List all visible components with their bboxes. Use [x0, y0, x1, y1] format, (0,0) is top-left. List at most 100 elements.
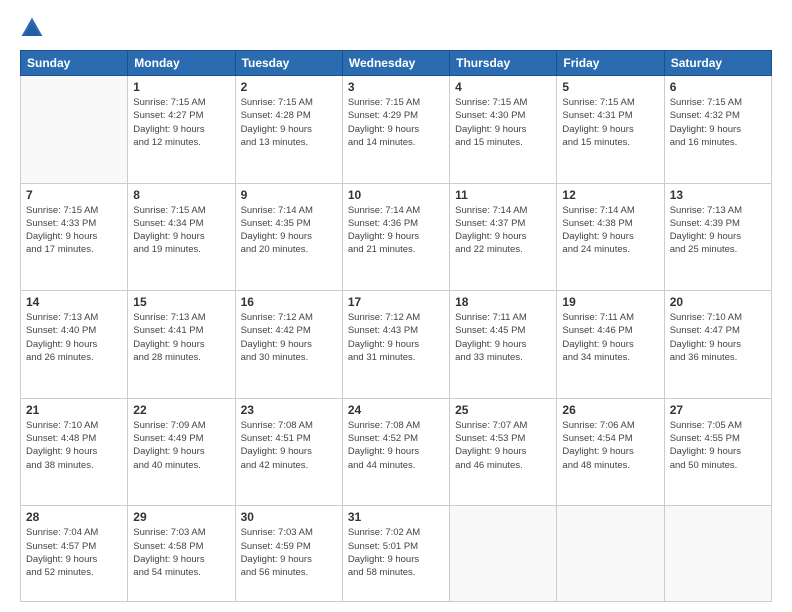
calendar-cell	[557, 506, 664, 602]
logo-icon	[20, 16, 44, 40]
calendar-cell: 13 Sunrise: 7:13 AM Sunset: 4:39 PM Dayli…	[664, 183, 771, 291]
week-row-0: 1 Sunrise: 7:15 AM Sunset: 4:27 PM Daylig…	[21, 76, 772, 184]
day-number: 24	[348, 403, 444, 417]
day-header-saturday: Saturday	[664, 51, 771, 76]
day-info: Sunrise: 7:12 AM Sunset: 4:43 PM Dayligh…	[348, 311, 444, 364]
calendar-cell: 7Sunrise: 7:15 AM Sunset: 4:33 PM Daylig…	[21, 183, 128, 291]
calendar-cell: 25 Sunrise: 7:07 AM Sunset: 4:53 PM Dayli…	[450, 398, 557, 506]
day-info: Sunrise: 7:13 AM Sunset: 4:40 PM Dayligh…	[26, 311, 122, 364]
day-number: 11	[455, 188, 551, 202]
calendar-cell: 4 Sunrise: 7:15 AM Sunset: 4:30 PM Daylig…	[450, 76, 557, 184]
calendar-cell: 29Sunrise: 7:03 AM Sunset: 4:58 PM Dayli…	[128, 506, 235, 602]
day-info: Sunrise: 7:11 AM Sunset: 4:45 PM Dayligh…	[455, 311, 551, 364]
day-info: Sunrise: 7:03 AM Sunset: 4:59 PM Dayligh…	[241, 526, 337, 579]
day-number: 5	[562, 80, 658, 94]
day-header-monday: Monday	[128, 51, 235, 76]
day-info: Sunrise: 7:13 AM Sunset: 4:39 PM Dayligh…	[670, 204, 766, 257]
day-number: 20	[670, 295, 766, 309]
calendar-cell	[450, 506, 557, 602]
day-number: 26	[562, 403, 658, 417]
day-info: Sunrise: 7:08 AM Sunset: 4:51 PM Dayligh…	[241, 419, 337, 472]
calendar-cell	[21, 76, 128, 184]
day-info: Sunrise: 7:15 AM Sunset: 4:30 PM Dayligh…	[455, 96, 551, 149]
calendar-cell: 26 Sunrise: 7:06 AM Sunset: 4:54 PM Dayli…	[557, 398, 664, 506]
day-number: 31	[348, 510, 444, 524]
week-row-4: 28Sunrise: 7:04 AM Sunset: 4:57 PM Dayli…	[21, 506, 772, 602]
calendar-cell: 9 Sunrise: 7:14 AM Sunset: 4:35 PM Daylig…	[235, 183, 342, 291]
calendar-cell: 24 Sunrise: 7:08 AM Sunset: 4:52 PM Dayli…	[342, 398, 449, 506]
calendar-cell: 17Sunrise: 7:12 AM Sunset: 4:43 PM Dayli…	[342, 291, 449, 399]
day-info: Sunrise: 7:14 AM Sunset: 4:38 PM Dayligh…	[562, 204, 658, 257]
day-info: Sunrise: 7:02 AM Sunset: 5:01 PM Dayligh…	[348, 526, 444, 579]
calendar-cell: 20 Sunrise: 7:10 AM Sunset: 4:47 PM Dayli…	[664, 291, 771, 399]
calendar-cell: 12 Sunrise: 7:14 AM Sunset: 4:38 PM Dayli…	[557, 183, 664, 291]
week-row-1: 7Sunrise: 7:15 AM Sunset: 4:33 PM Daylig…	[21, 183, 772, 291]
day-number: 9	[241, 188, 337, 202]
day-info: Sunrise: 7:15 AM Sunset: 4:28 PM Dayligh…	[241, 96, 337, 149]
day-number: 21	[26, 403, 122, 417]
day-number: 16	[241, 295, 337, 309]
calendar-cell: 19 Sunrise: 7:11 AM Sunset: 4:46 PM Dayli…	[557, 291, 664, 399]
day-number: 18	[455, 295, 551, 309]
day-number: 22	[133, 403, 229, 417]
calendar-cell: 31 Sunrise: 7:02 AM Sunset: 5:01 PM Dayli…	[342, 506, 449, 602]
day-header-thursday: Thursday	[450, 51, 557, 76]
day-info: Sunrise: 7:06 AM Sunset: 4:54 PM Dayligh…	[562, 419, 658, 472]
day-info: Sunrise: 7:15 AM Sunset: 4:32 PM Dayligh…	[670, 96, 766, 149]
day-info: Sunrise: 7:11 AM Sunset: 4:46 PM Dayligh…	[562, 311, 658, 364]
day-info: Sunrise: 7:14 AM Sunset: 4:37 PM Dayligh…	[455, 204, 551, 257]
calendar-cell: 3 Sunrise: 7:15 AM Sunset: 4:29 PM Daylig…	[342, 76, 449, 184]
week-row-2: 14 Sunrise: 7:13 AM Sunset: 4:40 PM Dayli…	[21, 291, 772, 399]
calendar-cell: 16 Sunrise: 7:12 AM Sunset: 4:42 PM Dayli…	[235, 291, 342, 399]
day-header-tuesday: Tuesday	[235, 51, 342, 76]
day-info: Sunrise: 7:09 AM Sunset: 4:49 PM Dayligh…	[133, 419, 229, 472]
day-number: 7	[26, 188, 122, 202]
calendar-table: SundayMondayTuesdayWednesdayThursdayFrid…	[20, 50, 772, 602]
day-header-friday: Friday	[557, 51, 664, 76]
day-header-wednesday: Wednesday	[342, 51, 449, 76]
week-row-3: 21 Sunrise: 7:10 AM Sunset: 4:48 PM Dayli…	[21, 398, 772, 506]
day-number: 25	[455, 403, 551, 417]
day-info: Sunrise: 7:15 AM Sunset: 4:34 PM Dayligh…	[133, 204, 229, 257]
calendar-cell: 15Sunrise: 7:13 AM Sunset: 4:41 PM Dayli…	[128, 291, 235, 399]
day-info: Sunrise: 7:08 AM Sunset: 4:52 PM Dayligh…	[348, 419, 444, 472]
day-number: 1	[133, 80, 229, 94]
day-number: 10	[348, 188, 444, 202]
day-info: Sunrise: 7:14 AM Sunset: 4:36 PM Dayligh…	[348, 204, 444, 257]
day-number: 12	[562, 188, 658, 202]
calendar-cell: 2 Sunrise: 7:15 AM Sunset: 4:28 PM Daylig…	[235, 76, 342, 184]
day-number: 2	[241, 80, 337, 94]
day-info: Sunrise: 7:13 AM Sunset: 4:41 PM Dayligh…	[133, 311, 229, 364]
day-number: 4	[455, 80, 551, 94]
calendar-cell: 14 Sunrise: 7:13 AM Sunset: 4:40 PM Dayli…	[21, 291, 128, 399]
day-number: 14	[26, 295, 122, 309]
calendar-cell: 30 Sunrise: 7:03 AM Sunset: 4:59 PM Dayli…	[235, 506, 342, 602]
calendar-cell: 10 Sunrise: 7:14 AM Sunset: 4:36 PM Dayli…	[342, 183, 449, 291]
day-info: Sunrise: 7:10 AM Sunset: 4:47 PM Dayligh…	[670, 311, 766, 364]
day-info: Sunrise: 7:10 AM Sunset: 4:48 PM Dayligh…	[26, 419, 122, 472]
day-number: 13	[670, 188, 766, 202]
page: SundayMondayTuesdayWednesdayThursdayFrid…	[0, 0, 792, 612]
day-number: 27	[670, 403, 766, 417]
calendar-cell: 28Sunrise: 7:04 AM Sunset: 4:57 PM Dayli…	[21, 506, 128, 602]
calendar-cell	[664, 506, 771, 602]
header	[20, 16, 772, 40]
day-number: 19	[562, 295, 658, 309]
day-number: 30	[241, 510, 337, 524]
calendar-cell: 1 Sunrise: 7:15 AM Sunset: 4:27 PM Daylig…	[128, 76, 235, 184]
day-info: Sunrise: 7:15 AM Sunset: 4:27 PM Dayligh…	[133, 96, 229, 149]
calendar-cell: 23 Sunrise: 7:08 AM Sunset: 4:51 PM Dayli…	[235, 398, 342, 506]
day-number: 23	[241, 403, 337, 417]
day-info: Sunrise: 7:12 AM Sunset: 4:42 PM Dayligh…	[241, 311, 337, 364]
calendar-cell: 21 Sunrise: 7:10 AM Sunset: 4:48 PM Dayli…	[21, 398, 128, 506]
day-info: Sunrise: 7:14 AM Sunset: 4:35 PM Dayligh…	[241, 204, 337, 257]
calendar-cell: 6Sunrise: 7:15 AM Sunset: 4:32 PM Daylig…	[664, 76, 771, 184]
calendar-cell: 27 Sunrise: 7:05 AM Sunset: 4:55 PM Dayli…	[664, 398, 771, 506]
calendar-cell: 22 Sunrise: 7:09 AM Sunset: 4:49 PM Dayli…	[128, 398, 235, 506]
day-info: Sunrise: 7:15 AM Sunset: 4:29 PM Dayligh…	[348, 96, 444, 149]
calendar-cell: 5Sunrise: 7:15 AM Sunset: 4:31 PM Daylig…	[557, 76, 664, 184]
day-info: Sunrise: 7:05 AM Sunset: 4:55 PM Dayligh…	[670, 419, 766, 472]
day-info: Sunrise: 7:04 AM Sunset: 4:57 PM Dayligh…	[26, 526, 122, 579]
day-info: Sunrise: 7:07 AM Sunset: 4:53 PM Dayligh…	[455, 419, 551, 472]
day-number: 3	[348, 80, 444, 94]
